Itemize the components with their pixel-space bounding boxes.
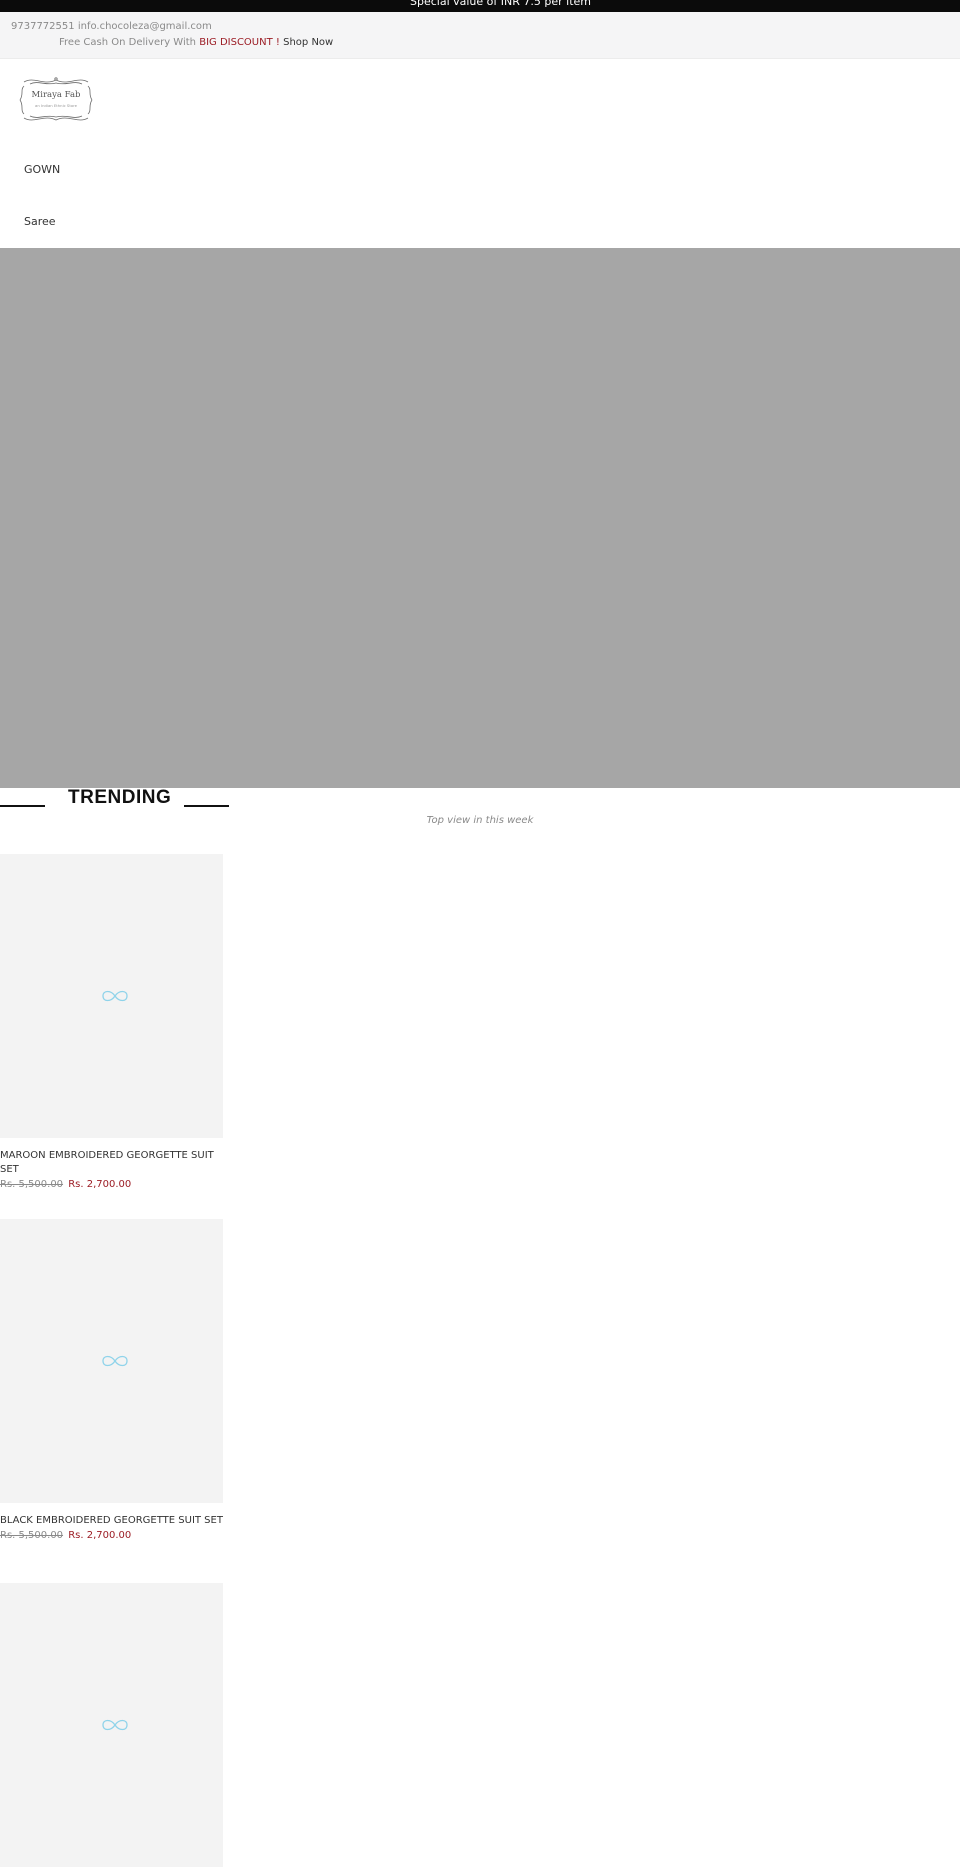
hero-banner[interactable] [0, 248, 960, 788]
promo-highlight: BIG DISCOUNT [199, 37, 273, 48]
promo-exclamation: ! [275, 37, 280, 48]
section-divider-right [184, 805, 229, 807]
product-card[interactable] [0, 1583, 223, 1867]
section-divider-left [0, 805, 45, 807]
announcement-text: Special value of INR 7.5 per item [410, 0, 591, 8]
contact-info: 9737772551 info.chocoleza@gmail.com [11, 21, 212, 32]
section-subtitle: Top view in this week [426, 815, 534, 826]
logo-tagline: an Indian Ethnic Store [35, 103, 78, 108]
nav-item-gown[interactable]: GOWN [24, 163, 60, 176]
product-old-price: Rs. 5,500.00 [0, 1179, 64, 1190]
phone-number[interactable]: 9737772551 [11, 21, 75, 32]
site-logo[interactable]: Miraya Fab an Indian Ethnic Store [16, 74, 96, 128]
announcement-bar: Special value of INR 7.5 per item [0, 0, 960, 12]
product-card[interactable]: BLACK EMBROIDERED GEORGETTE SUIT SET Rs.… [0, 1219, 223, 1541]
product-card[interactable]: MAROON EMBROIDERED GEORGETTE SUIT SET Rs… [0, 854, 223, 1190]
infinity-loader-icon [102, 990, 128, 1002]
promo-text: Free Cash On Delivery With [59, 37, 197, 48]
top-info-bar: 9737772551 info.chocoleza@gmail.com Free… [0, 12, 960, 59]
product-image[interactable] [0, 1219, 223, 1503]
infinity-loader-icon [102, 1719, 128, 1731]
product-old-price: Rs. 5,500.00 [0, 1530, 64, 1541]
product-sale-price: Rs. 2,700.00 [68, 1179, 132, 1190]
product-price: Rs. 5,500.00 Rs. 2,700.00 [0, 1179, 223, 1190]
logo-ornament-icon: Miraya Fab an Indian Ethnic Store [19, 77, 93, 121]
product-image[interactable] [0, 1583, 223, 1867]
shop-now-link[interactable]: Shop Now [283, 37, 333, 48]
infinity-loader-icon [102, 1355, 128, 1367]
section-title: TRENDING [68, 787, 172, 808]
email-address[interactable]: info.chocoleza@gmail.com [78, 21, 212, 32]
product-title[interactable]: BLACK EMBROIDERED GEORGETTE SUIT SET [0, 1514, 223, 1528]
product-price: Rs. 5,500.00 Rs. 2,700.00 [0, 1530, 223, 1541]
product-title[interactable]: MAROON EMBROIDERED GEORGETTE SUIT SET [0, 1149, 223, 1177]
product-image[interactable] [0, 854, 223, 1138]
logo-name: Miraya Fab [32, 90, 82, 100]
product-sale-price: Rs. 2,700.00 [68, 1530, 132, 1541]
nav-item-saree[interactable]: Saree [24, 215, 56, 228]
promo-message: Free Cash On Delivery With BIG DISCOUNT … [59, 37, 333, 48]
